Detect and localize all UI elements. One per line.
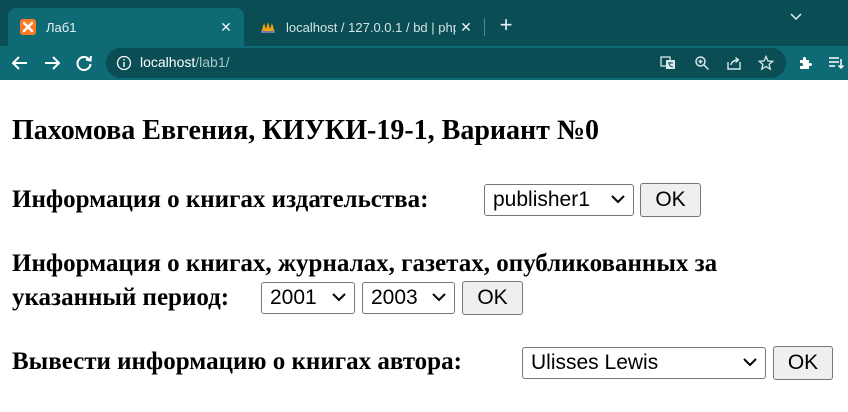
address-host: localhost	[140, 54, 196, 70]
tab-divider	[484, 18, 485, 36]
share-icon[interactable]	[726, 55, 742, 71]
year-to-select[interactable]: 2003	[362, 282, 455, 314]
period-label-line1: Информация о книгах, журналах, газетах, …	[12, 250, 718, 277]
tab-title: localhost / 127.0.0.1 / bd | phpMy	[286, 19, 456, 35]
period-ok-button[interactable]: OK	[462, 281, 523, 315]
chevron-down-icon[interactable]	[788, 8, 804, 24]
tab-close-icon[interactable]: ✕	[456, 19, 476, 36]
zoom-icon[interactable]	[694, 55, 710, 71]
reload-icon[interactable]	[74, 53, 94, 73]
extensions-puzzle-icon[interactable]	[797, 55, 813, 71]
chevron-down-icon	[332, 293, 346, 302]
author-ok-button[interactable]: OK	[773, 346, 833, 380]
tab-phpmyadmin[interactable]: localhost / 127.0.0.1 / bd | phpMy ✕	[248, 8, 484, 46]
page-title: Пахомова Евгения, КИУКИ-19-1, Вариант №0	[12, 115, 600, 146]
tab-title: Лаб1	[46, 19, 77, 35]
tab-close-icon[interactable]: ✕	[216, 19, 236, 36]
year-to-value: 2003	[371, 286, 418, 309]
author-label: Вывести информацию о книгах автора:	[12, 348, 462, 375]
reading-list-icon[interactable]	[828, 55, 844, 71]
year-from-value: 2001	[270, 286, 317, 309]
period-label-line2: указанный период:	[12, 284, 230, 311]
bookmark-star-icon[interactable]	[758, 55, 774, 71]
address-path: /lab1/	[195, 54, 230, 70]
chevron-down-icon	[432, 293, 446, 302]
author-select-value: Ulisses Lewis	[531, 351, 659, 374]
year-from-select[interactable]: 2001	[261, 282, 355, 314]
browser-toolbar: localhost/lab1/	[0, 46, 848, 80]
forward-arrow-icon[interactable]	[42, 53, 62, 73]
translate-icon[interactable]	[660, 55, 676, 71]
back-arrow-icon[interactable]	[10, 53, 30, 73]
publisher-label: Информация о книгах издательства:	[12, 186, 429, 213]
site-info-icon[interactable]	[116, 55, 132, 71]
address-bar[interactable]: localhost/lab1/	[106, 48, 786, 78]
phpmyadmin-icon	[261, 22, 275, 33]
publisher-select-value: publisher1	[493, 188, 590, 211]
chevron-down-icon	[743, 358, 757, 367]
tab-strip: Лаб1 ✕ localhost / 127.0.0.1 / bd | phpM…	[0, 0, 848, 46]
publisher-select[interactable]: publisher1	[484, 184, 634, 216]
publisher-ok-button[interactable]: OK	[640, 183, 701, 217]
chevron-down-icon	[611, 195, 625, 204]
new-tab-button[interactable]: +	[494, 14, 518, 38]
tab-lab1[interactable]: Лаб1 ✕	[8, 8, 244, 46]
author-select[interactable]: Ulisses Lewis	[522, 347, 766, 379]
xampp-icon	[20, 19, 36, 35]
address-url: localhost/lab1/	[140, 54, 230, 70]
